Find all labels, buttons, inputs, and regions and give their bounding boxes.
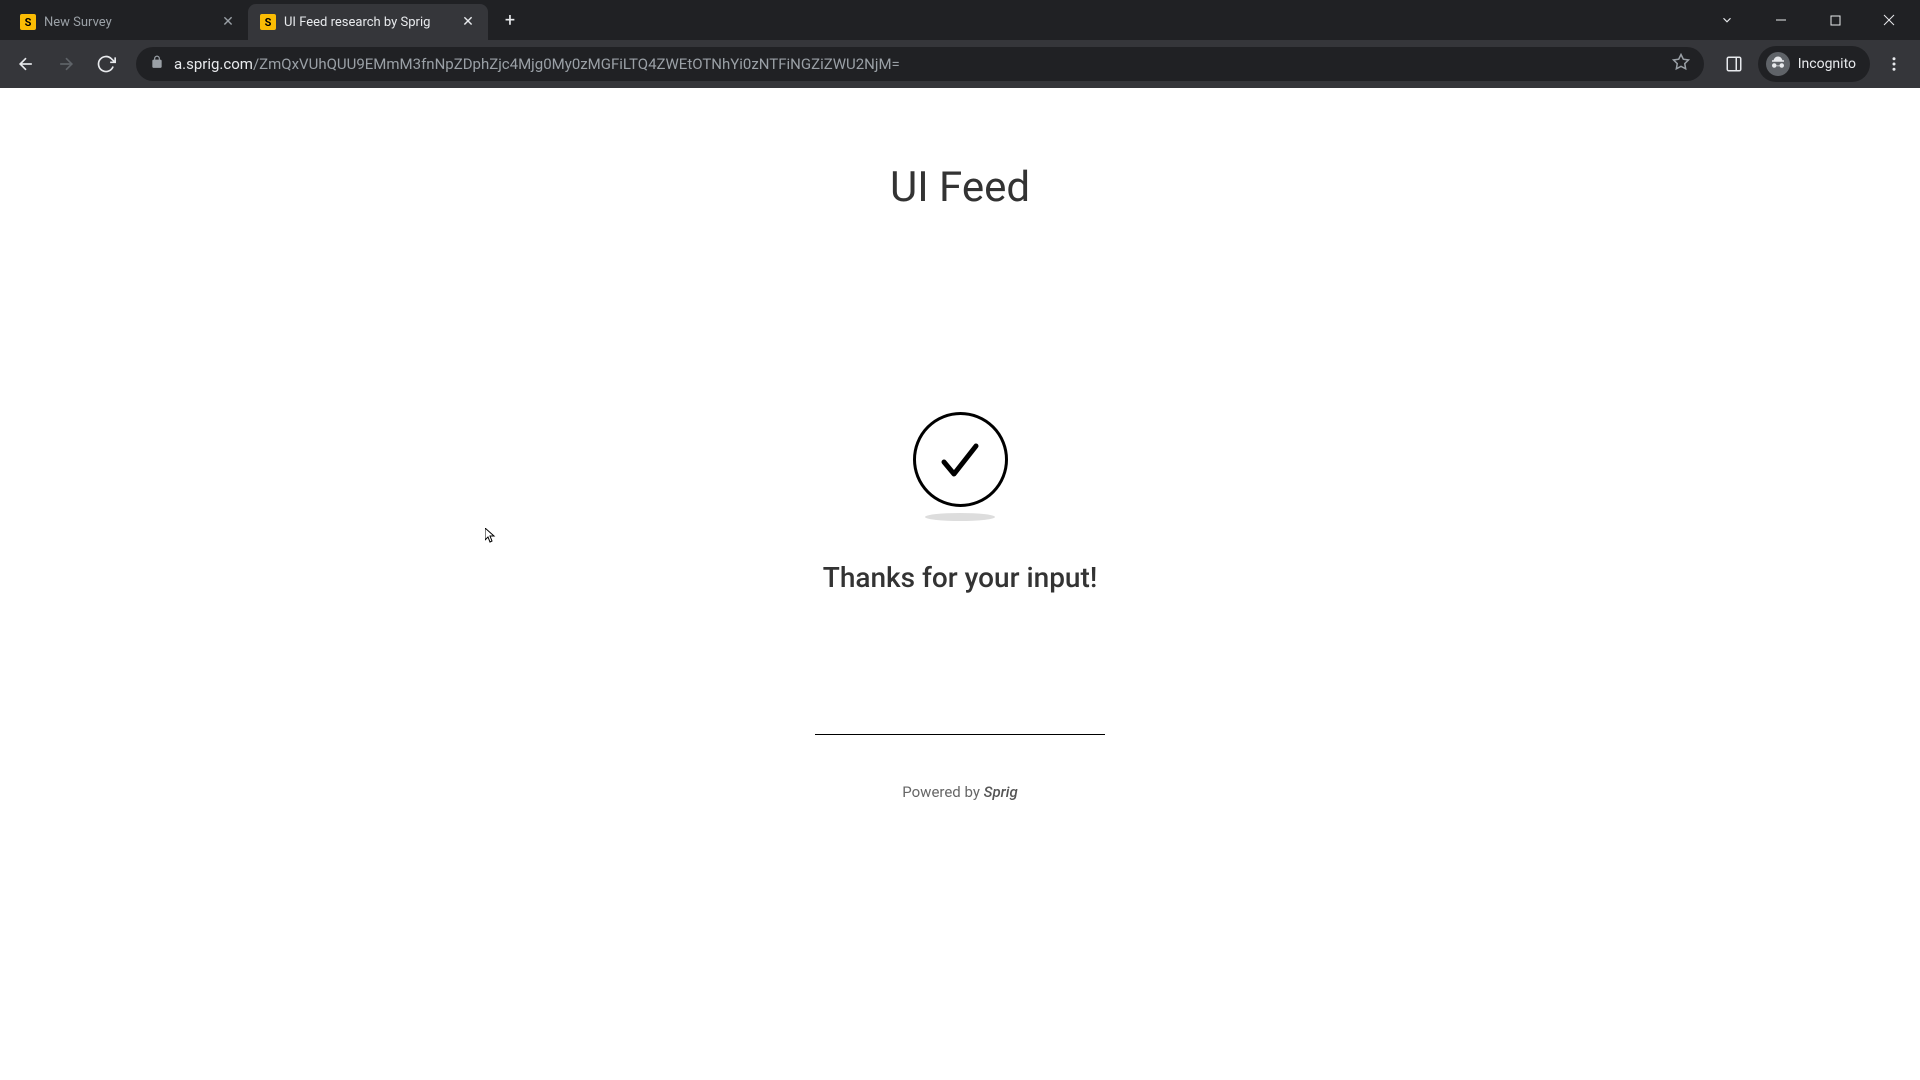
tab-ui-feed-research[interactable]: S UI Feed research by Sprig ✕ (248, 4, 488, 40)
address-bar[interactable]: a.sprig.com/ZmQxVUhQUU9EMmM3fnNpZDphZjc4… (136, 47, 1704, 81)
minimize-button[interactable] (1758, 4, 1804, 36)
bookmark-star-icon[interactable] (1672, 53, 1690, 76)
close-icon[interactable]: ✕ (460, 14, 476, 30)
menu-icon[interactable] (1876, 46, 1912, 82)
incognito-label: Incognito (1798, 56, 1856, 72)
close-window-button[interactable] (1866, 4, 1912, 36)
chevron-down-icon[interactable] (1704, 4, 1750, 36)
toolbar: a.sprig.com/ZmQxVUhQUU9EMmM3fnNpZDphZjc4… (0, 40, 1920, 88)
browser-chrome: S New Survey ✕ S UI Feed research by Spr… (0, 0, 1920, 88)
incognito-badge[interactable]: Incognito (1758, 46, 1870, 82)
tab-bar: S New Survey ✕ S UI Feed research by Spr… (0, 0, 1920, 40)
page-title: UI Feed (890, 163, 1030, 212)
forward-button[interactable] (48, 46, 84, 82)
lock-icon (150, 55, 164, 73)
maximize-button[interactable] (1812, 4, 1858, 36)
new-tab-button[interactable]: + (496, 6, 524, 34)
close-icon[interactable]: ✕ (220, 14, 236, 30)
tab-new-survey[interactable]: S New Survey ✕ (8, 4, 248, 40)
tab-favicon: S (260, 14, 276, 30)
footer-text: Powered by Sprig (902, 783, 1018, 801)
tab-favicon: S (20, 14, 36, 30)
footer-brand: Sprig (984, 783, 1018, 801)
window-controls (1704, 4, 1920, 36)
tab-title: UI Feed research by Sprig (284, 15, 452, 30)
checkmark-circle-icon (913, 412, 1008, 507)
tab-title: New Survey (44, 15, 212, 30)
back-button[interactable] (8, 46, 44, 82)
url-text: a.sprig.com/ZmQxVUhQUU9EMmM3fnNpZDphZjc4… (174, 55, 900, 73)
reload-button[interactable] (88, 46, 124, 82)
page-content: UI Feed Thanks for your input! Powered b… (0, 88, 1920, 1080)
shadow-decoration (925, 513, 995, 521)
incognito-icon (1766, 52, 1790, 76)
divider (815, 734, 1105, 735)
toolbar-right: Incognito (1716, 46, 1912, 82)
thanks-message: Thanks for your input! (823, 561, 1098, 594)
panel-icon[interactable] (1716, 46, 1752, 82)
